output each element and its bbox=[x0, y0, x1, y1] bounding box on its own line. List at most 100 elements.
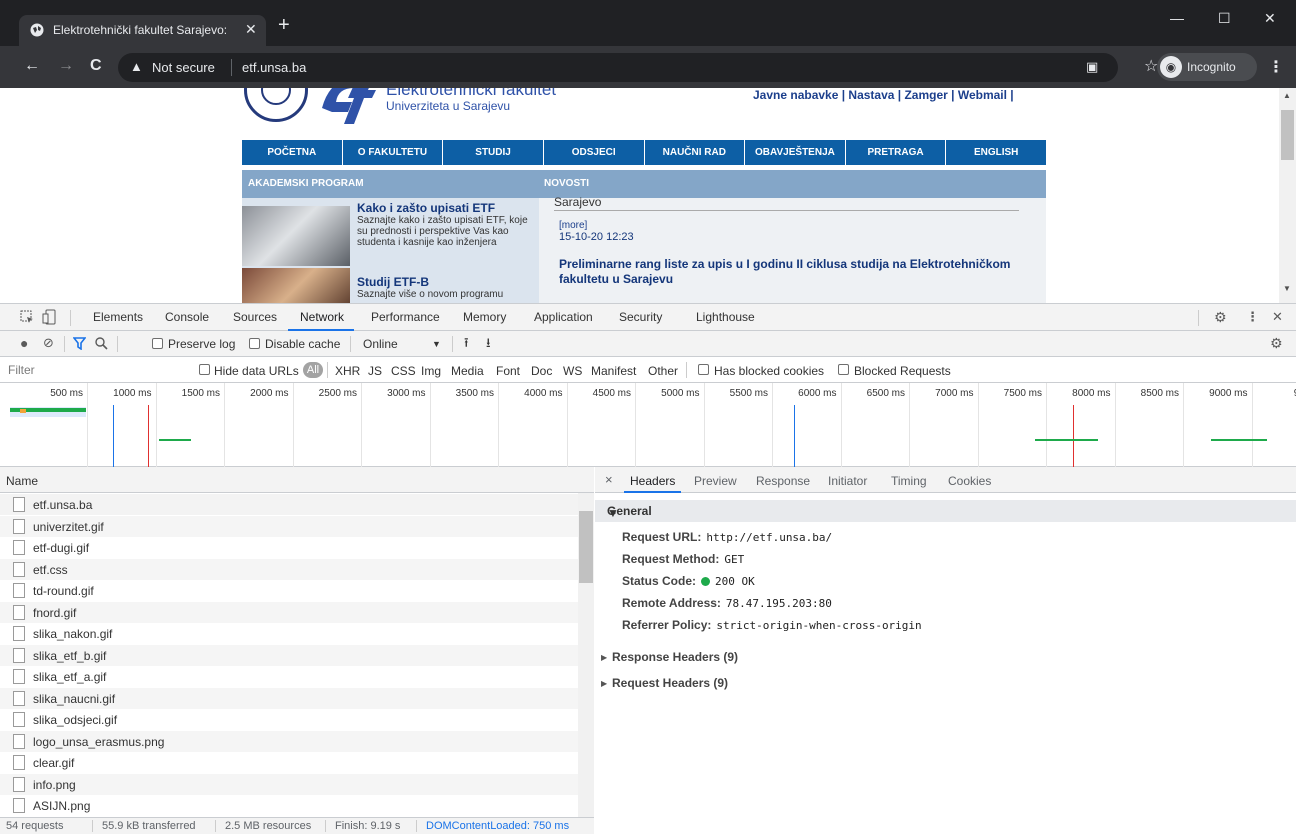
hide-data-urls-checkbox[interactable] bbox=[199, 364, 210, 375]
back-button[interactable]: ← bbox=[24, 57, 40, 75]
table-row[interactable]: etf.css bbox=[0, 558, 578, 580]
settings-gear-icon[interactable]: ⚙ bbox=[1214, 309, 1227, 326]
table-row[interactable]: univerzitet.gif bbox=[0, 515, 578, 537]
filter-type-manifest[interactable]: Manifest bbox=[591, 364, 636, 378]
collapsed-triangle-icon[interactable]: ▶ bbox=[601, 653, 607, 662]
export-har-icon[interactable]: ⭳ bbox=[486, 334, 491, 356]
nav-studij[interactable]: STUDIJ bbox=[443, 140, 544, 165]
table-row[interactable]: slika_etf_b.gif bbox=[0, 644, 578, 666]
table-row[interactable]: slika_etf_a.gif bbox=[0, 666, 578, 687]
search-icon[interactable] bbox=[95, 337, 108, 350]
detail-close-icon[interactable]: × bbox=[605, 472, 613, 487]
news-more-link[interactable]: [more] bbox=[559, 220, 587, 231]
table-row[interactable]: slika_odsjeci.gif bbox=[0, 709, 578, 730]
article-image[interactable] bbox=[242, 268, 350, 303]
top-links[interactable]: Javne nabavke | Nastava | Zamger | Webma… bbox=[753, 88, 1014, 102]
detail-tab-timing[interactable]: Timing bbox=[891, 474, 927, 488]
nav-pocetna[interactable]: POČETNA bbox=[242, 140, 343, 165]
tab-close-icon[interactable]: ✕ bbox=[245, 21, 257, 38]
browser-menu-icon[interactable]: ⋮ bbox=[1268, 57, 1284, 77]
reload-button[interactable]: C bbox=[90, 57, 102, 75]
detail-tab-cookies[interactable]: Cookies bbox=[948, 474, 991, 488]
nav-o-fakultetu[interactable]: O FAKULTETU bbox=[343, 140, 444, 165]
forward-button[interactable]: → bbox=[58, 57, 74, 75]
detail-tab-initiator[interactable]: Initiator bbox=[828, 474, 867, 488]
tab-sources[interactable]: Sources bbox=[233, 310, 277, 324]
url-text[interactable]: etf.unsa.ba bbox=[242, 60, 306, 75]
tab-network[interactable]: Network bbox=[300, 310, 344, 324]
scroll-up-icon[interactable]: ▲ bbox=[1283, 91, 1291, 100]
table-row[interactable]: etf.unsa.ba bbox=[0, 494, 578, 515]
nav-english[interactable]: ENGLISH bbox=[946, 140, 1046, 165]
table-row[interactable]: logo_unsa_erasmus.png bbox=[0, 730, 578, 752]
university-seal-logo[interactable] bbox=[244, 88, 308, 122]
name-column-header[interactable]: Name bbox=[0, 467, 594, 493]
general-section-header[interactable]: ▼ General bbox=[595, 500, 1296, 522]
table-row[interactable]: ASIJN.png bbox=[0, 795, 578, 816]
nav-naucni-rad[interactable]: NAUČNI RAD bbox=[645, 140, 746, 165]
filter-type-js[interactable]: JS bbox=[368, 364, 382, 378]
nav-odsjeci[interactable]: ODSJECI bbox=[544, 140, 645, 165]
request-headers-section[interactable]: Request Headers (9) bbox=[612, 676, 728, 690]
import-har-icon[interactable]: ⭱ bbox=[464, 334, 469, 356]
throttling-select[interactable]: Online bbox=[363, 337, 398, 351]
address-bar[interactable]: ▲ Not secure etf.unsa.ba ▣ bbox=[118, 53, 1118, 82]
tab-performance[interactable]: Performance bbox=[371, 310, 440, 324]
blocked-requests-checkbox[interactable] bbox=[838, 364, 849, 375]
network-overview-timeline[interactable]: 500 ms 1000 ms 1500 ms 2000 ms 2500 ms 3000 m… bbox=[0, 383, 1296, 467]
filter-type-ws[interactable]: WS bbox=[563, 364, 582, 378]
table-row[interactable]: info.png bbox=[0, 773, 578, 795]
filter-input[interactable] bbox=[8, 362, 188, 378]
news-headline[interactable]: Preliminarne rang liste za upis u I godi… bbox=[559, 257, 1039, 287]
security-label[interactable]: Not secure bbox=[152, 60, 215, 75]
preserve-log-checkbox[interactable] bbox=[152, 338, 163, 349]
incognito-indicator[interactable]: ◉ Incognito bbox=[1157, 53, 1257, 81]
translate-icon[interactable]: ▣ bbox=[1086, 59, 1098, 75]
warning-icon[interactable]: ▲ bbox=[130, 59, 143, 74]
filter-type-media[interactable]: Media bbox=[451, 364, 484, 378]
device-toolbar-icon[interactable] bbox=[42, 309, 56, 325]
disable-cache-checkbox[interactable] bbox=[249, 338, 260, 349]
nav-obavjestenja[interactable]: OBAVJEŠTENJA bbox=[745, 140, 846, 165]
table-row[interactable]: fnord.gif bbox=[0, 601, 578, 623]
nav-pretraga[interactable]: PRETRAGA bbox=[846, 140, 947, 165]
filter-type-doc[interactable]: Doc bbox=[531, 364, 552, 378]
inspect-element-icon[interactable] bbox=[20, 310, 34, 324]
devtools-close-icon[interactable]: ✕ bbox=[1272, 309, 1283, 325]
etf-logo[interactable] bbox=[318, 88, 378, 126]
filter-type-font[interactable]: Font bbox=[496, 364, 520, 378]
filter-type-img[interactable]: Img bbox=[421, 364, 441, 378]
has-blocked-cookies-checkbox[interactable] bbox=[698, 364, 709, 375]
article-title[interactable]: Studij ETF-B bbox=[357, 275, 429, 289]
collapsed-triangle-icon[interactable]: ▶ bbox=[601, 679, 607, 688]
maximize-button[interactable]: ☐ bbox=[1218, 10, 1231, 26]
filter-type-other[interactable]: Other bbox=[648, 364, 678, 378]
request-list-scrollbar[interactable] bbox=[578, 493, 594, 817]
minimize-button[interactable]: — bbox=[1170, 10, 1184, 26]
tab-application[interactable]: Application bbox=[534, 310, 593, 324]
scrollbar-thumb[interactable] bbox=[1281, 110, 1294, 160]
chevron-down-icon[interactable]: ▼ bbox=[432, 339, 441, 349]
detail-tab-response[interactable]: Response bbox=[756, 474, 810, 488]
filter-icon[interactable] bbox=[73, 337, 86, 350]
table-row[interactable]: clear.gif bbox=[0, 752, 578, 773]
table-row[interactable]: etf-dugi.gif bbox=[0, 537, 578, 558]
detail-tab-preview[interactable]: Preview bbox=[694, 474, 737, 488]
article-image[interactable] bbox=[242, 206, 350, 266]
tab-elements[interactable]: Elements bbox=[93, 310, 143, 324]
filter-type-xhr[interactable]: XHR bbox=[335, 364, 360, 378]
filter-type-all[interactable]: All bbox=[303, 362, 323, 378]
filter-type-css[interactable]: CSS bbox=[391, 364, 416, 378]
record-icon[interactable]: ● bbox=[20, 335, 28, 351]
detail-tab-headers[interactable]: Headers bbox=[630, 474, 675, 488]
tab-security[interactable]: Security bbox=[619, 310, 662, 324]
tab-lighthouse[interactable]: Lighthouse bbox=[696, 310, 755, 324]
clear-icon[interactable]: ⊘ bbox=[43, 335, 54, 351]
devtools-menu-icon[interactable]: ⋮ bbox=[1246, 309, 1259, 325]
scrollbar-thumb[interactable] bbox=[579, 511, 593, 583]
response-headers-section[interactable]: Response Headers (9) bbox=[612, 650, 738, 664]
network-settings-gear-icon[interactable]: ⚙ bbox=[1270, 335, 1283, 352]
new-tab-button[interactable]: + bbox=[278, 15, 290, 35]
table-row[interactable]: slika_naucni.gif bbox=[0, 687, 578, 709]
browser-tab[interactable]: Elektrotehnički fakultet Sarajevo: ✕ bbox=[19, 15, 266, 46]
